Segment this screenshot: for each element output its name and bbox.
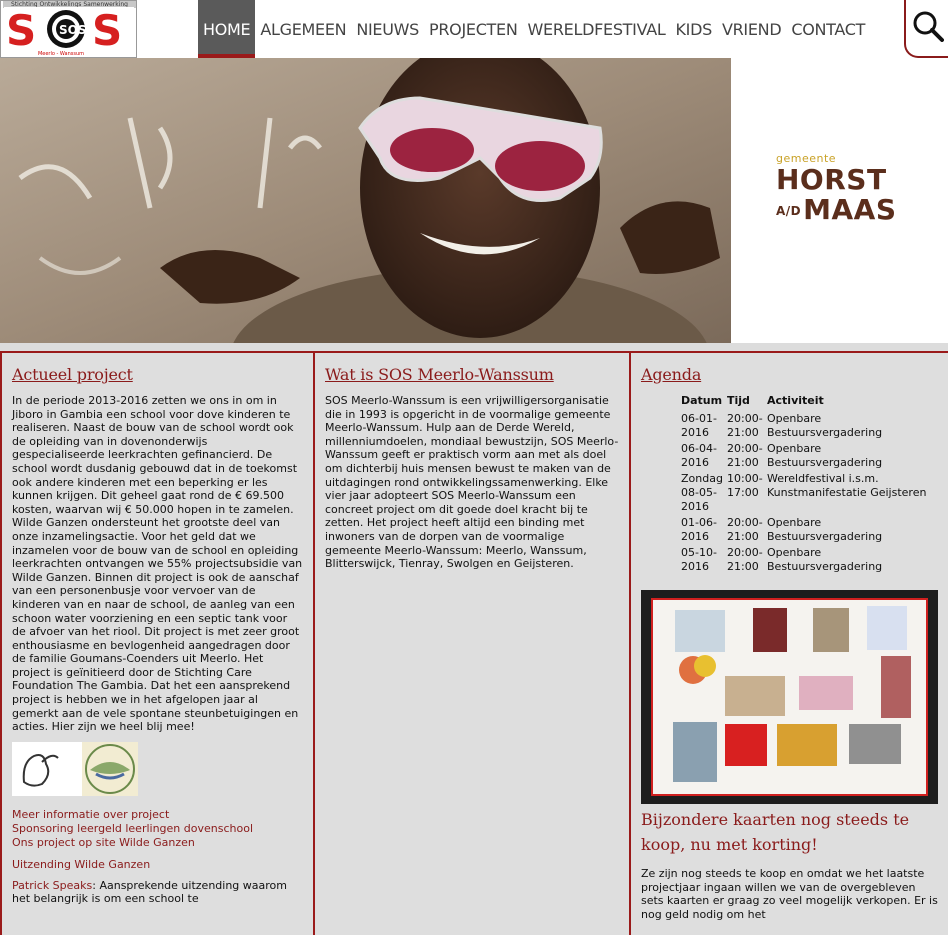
nav-item-nieuws[interactable]: NIEUWS bbox=[351, 0, 424, 58]
agenda-time: 20:00-21:00 bbox=[727, 442, 763, 469]
nav-item-vriend[interactable]: VRIEND bbox=[717, 0, 786, 58]
svg-text:S: S bbox=[92, 7, 122, 51]
agenda-date: 06-01-2016 bbox=[681, 412, 717, 439]
agenda-date: 06-04-2016 bbox=[681, 442, 717, 469]
hero-banner: gemeente HORST A/DMAAS bbox=[0, 58, 948, 343]
search-icon bbox=[913, 11, 944, 42]
nav-item-algemeen[interactable]: ALGEMEEN bbox=[255, 0, 351, 58]
nav-item-contact[interactable]: CONTACT bbox=[786, 0, 870, 58]
agenda-row: 05-10-2016 20:00-21:00 Openbare Bestuursve… bbox=[681, 546, 938, 576]
agenda-date: 05-10-2016 bbox=[681, 546, 717, 573]
agenda-time: 10:00-17:00 bbox=[727, 472, 763, 499]
sponsor-logo-horst-ad-maas[interactable]: gemeente HORST A/DMAAS bbox=[776, 152, 926, 252]
svg-text:SOS: SOS bbox=[59, 23, 87, 37]
project-link[interactable]: Meer informatie over project bbox=[12, 808, 303, 822]
logo-subline: Meerlo - Wanssum bbox=[37, 51, 85, 57]
search-button[interactable] bbox=[904, 0, 948, 58]
sponsor-line1: HORST bbox=[776, 163, 887, 196]
content-columns: Actueel project In de periode 2013-2016 … bbox=[0, 353, 948, 935]
partner-logos bbox=[12, 741, 303, 796]
agenda-time: 20:00-21:00 bbox=[727, 546, 763, 573]
greeting-cards-photo[interactable] bbox=[641, 590, 938, 804]
sponsor-line2: MAAS bbox=[803, 193, 897, 226]
nav-item-projecten[interactable]: PROJECTEN bbox=[424, 0, 523, 58]
agenda-header-date: Datum bbox=[681, 394, 723, 407]
wat-is-sos-text: SOS Meerlo-Wanssum is een vrijwilligerso… bbox=[325, 394, 619, 571]
sponsor-ad: A/D bbox=[776, 204, 802, 218]
project-link[interactable]: Ons project op site Wilde Ganzen bbox=[12, 836, 303, 850]
nav-item-home[interactable]: HOME bbox=[198, 0, 256, 58]
agenda-activity: Openbare Bestuursvergadering bbox=[767, 516, 883, 543]
project-links: Meer informatie over project Sponsoring l… bbox=[12, 808, 303, 850]
agenda-title[interactable]: Agenda bbox=[641, 365, 938, 384]
nav-item-wereldfestival[interactable]: WERELDFESTIVAL bbox=[523, 0, 671, 58]
separator-band bbox=[0, 343, 948, 353]
agenda-row: Zondag 08-05-2016 10:00-17:00 Wereldfestiv… bbox=[681, 472, 938, 516]
broadcast-link[interactable]: Uitzending Wilde Ganzen bbox=[12, 858, 303, 872]
cards-text: Ze zijn nog steeds te koop en omdat we h… bbox=[641, 867, 938, 921]
site-header: Stichting Ontwikkelings Samenwerking S S… bbox=[0, 0, 948, 58]
svg-text:S: S bbox=[6, 7, 36, 51]
agenda-activity: Openbare Bestuursvergadering bbox=[767, 442, 883, 469]
agenda-time: 20:00-21:00 bbox=[727, 516, 763, 543]
agenda-time: 20:00-21:00 bbox=[727, 412, 763, 439]
agenda-table: Datum Tijd Activiteit 06-01-2016 20:00-21… bbox=[681, 394, 938, 576]
main-nav: HOME ALGEMEEN NIEUWS PROJECTEN WERELDFESTIVA… bbox=[198, 0, 870, 58]
agenda-activity: Wereldfestival i.s.m. Kunstmanifestatie … bbox=[767, 472, 927, 499]
agenda-row: 01-06-2016 20:00-21:00 Openbare Bestuursve… bbox=[681, 516, 938, 546]
wilde-ganzen-logo[interactable] bbox=[82, 741, 138, 796]
hero-photo-child-sunglasses bbox=[0, 58, 731, 343]
actueel-project-text: In de periode 2013-2016 zetten we ons in… bbox=[12, 394, 303, 734]
column-agenda: Agenda Datum Tijd Activiteit 06-01-2016 2… bbox=[631, 353, 948, 935]
sos-logo[interactable]: Stichting Ontwikkelings Samenwerking S S… bbox=[0, 0, 137, 58]
agenda-activity: Openbare Bestuursvergadering bbox=[767, 546, 883, 573]
agenda-date: 01-06-2016 bbox=[681, 516, 717, 543]
agenda-header-time: Tijd bbox=[727, 394, 750, 407]
agenda-activity: Openbare Bestuursvergadering bbox=[767, 412, 883, 439]
agenda-date: Zondag 08-05-2016 bbox=[681, 472, 723, 513]
cards-title[interactable]: Bijzondere kaarten nog steeds te koop, n… bbox=[641, 807, 938, 857]
nav-item-kids[interactable]: KIDS bbox=[670, 0, 717, 58]
project-link[interactable]: Sponsoring leergeld leerlingen dovenscho… bbox=[12, 822, 303, 836]
care-foundation-logo[interactable] bbox=[12, 741, 82, 796]
wat-is-sos-title[interactable]: Wat is SOS Meerlo-Wanssum bbox=[325, 365, 619, 384]
speaks-link[interactable]: Patrick Speaks bbox=[12, 879, 92, 892]
agenda-row: 06-01-2016 20:00-21:00 Openbare Bestuursve… bbox=[681, 412, 938, 442]
speaks-paragraph: Patrick Speaks: Aansprekende uitzending … bbox=[12, 879, 303, 906]
agenda-row: 06-04-2016 20:00-21:00 Openbare Bestuursve… bbox=[681, 442, 938, 472]
column-actueel-project: Actueel project In de periode 2013-2016 … bbox=[0, 353, 315, 935]
column-wat-is-sos: Wat is SOS Meerlo-Wanssum SOS Meerlo-Wan… bbox=[315, 353, 631, 935]
logo-letters: S SOS S bbox=[4, 7, 134, 51]
agenda-header-activity: Activiteit bbox=[767, 394, 824, 407]
actueel-project-title[interactable]: Actueel project bbox=[12, 365, 303, 384]
